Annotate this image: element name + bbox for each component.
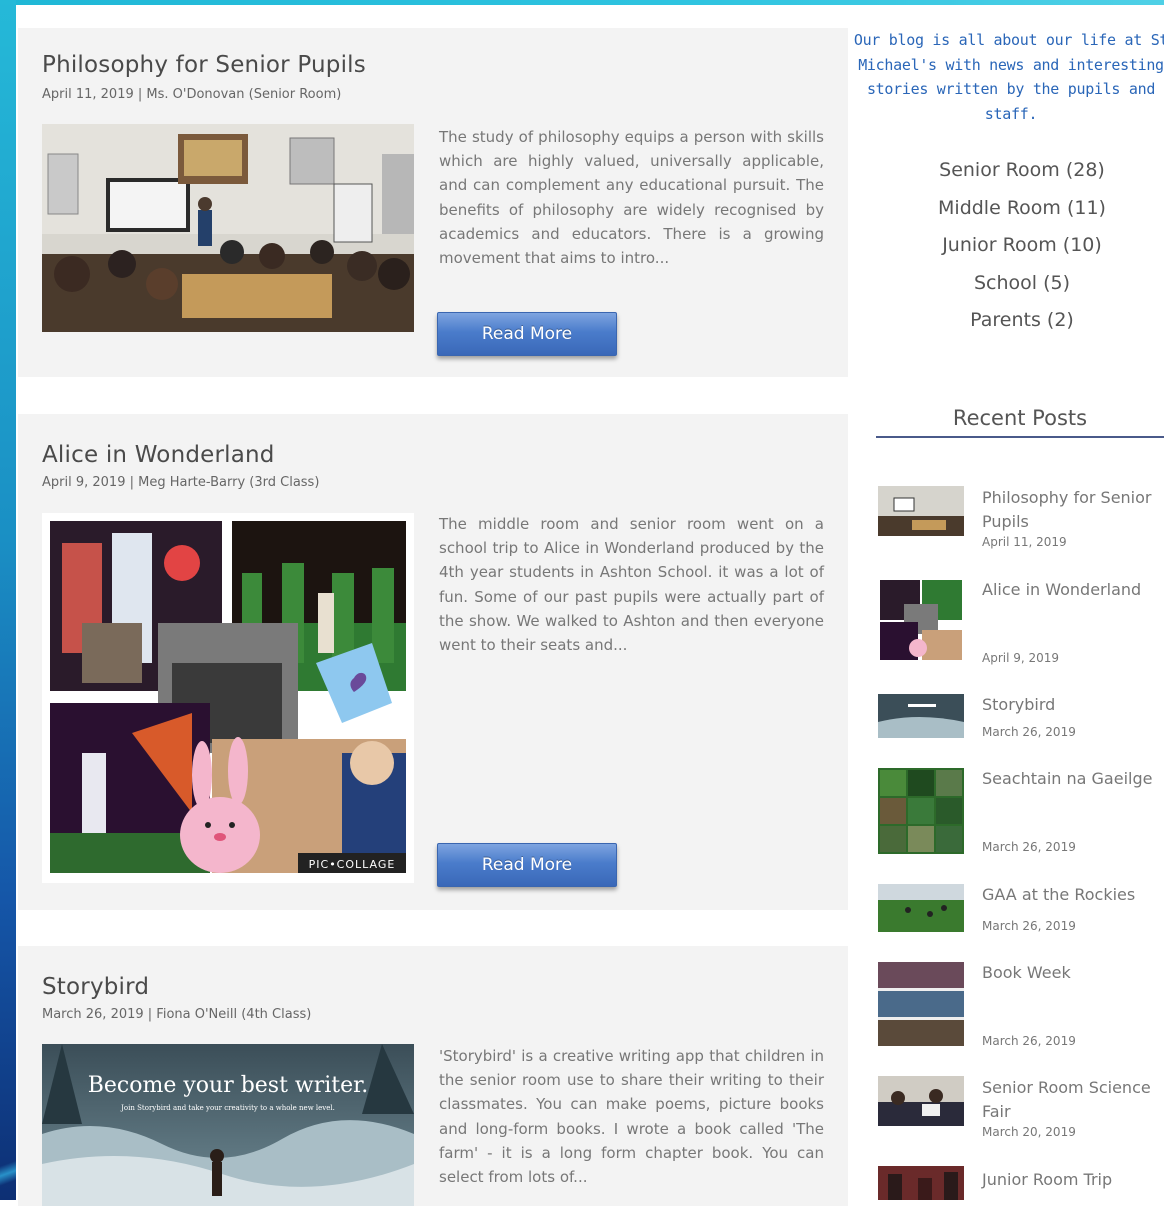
recent-post-date: March 26, 2019 <box>982 919 1076 933</box>
read-more-button[interactable]: Read More <box>437 312 617 356</box>
recent-post-date: March 26, 2019 <box>982 725 1076 739</box>
category-senior-room[interactable]: Senior Room (28) <box>880 152 1164 190</box>
recent-post-title[interactable]: GAA at the Rockies <box>982 883 1162 907</box>
post-image[interactable]: Become your best writer. Join Storybird … <box>42 1044 414 1206</box>
recent-post-thumbnail[interactable] <box>878 578 964 662</box>
recent-post-title[interactable]: Seachtain na Gaeilge <box>982 767 1162 791</box>
recent-post-date: March 26, 2019 <box>982 840 1076 854</box>
post-meta: March 26, 2019 | Fiona O'Neill (4th Clas… <box>42 1007 312 1022</box>
category-school[interactable]: School (5) <box>880 265 1164 303</box>
post-card: Storybird March 26, 2019 | Fiona O'Neill… <box>18 946 848 1206</box>
read-more-button[interactable]: Read More <box>437 843 617 887</box>
post-title[interactable]: Storybird <box>42 974 149 1000</box>
recent-post-title[interactable]: Senior Room Science Fair <box>982 1076 1162 1124</box>
storybird-image: Become your best writer. Join Storybird … <box>42 1044 414 1206</box>
storybird-headline: Become your best writer. <box>88 1073 369 1098</box>
recent-post-thumbnail[interactable] <box>878 694 964 738</box>
recent-post-thumbnail[interactable] <box>878 1076 964 1126</box>
recent-posts-heading: Recent Posts <box>952 406 1088 430</box>
post-card: Alice in Wonderland April 9, 2019 | Meg … <box>18 414 848 910</box>
recent-thumb-gaa <box>878 884 964 932</box>
recent-posts-divider <box>876 436 1164 438</box>
classroom-photo <box>42 124 414 332</box>
recent-thumb-book-week <box>878 962 964 1046</box>
post-image[interactable] <box>42 124 414 332</box>
post-excerpt: The middle room and senior room went on … <box>439 515 824 655</box>
slide-frame-left <box>0 0 16 1200</box>
recent-post-title[interactable]: Book Week <box>982 961 1162 985</box>
category-middle-room[interactable]: Middle Room (11) <box>880 190 1164 228</box>
recent-thumb-classroom <box>878 486 964 536</box>
storybird-subline: Join Storybird and take your creativity … <box>120 1104 335 1112</box>
post-card: Philosophy for Senior Pupils April 11, 2… <box>18 28 848 377</box>
post-title[interactable]: Alice in Wonderland <box>42 442 275 468</box>
category-list: Senior Room (28) Middle Room (11) Junior… <box>880 152 1164 340</box>
collage-photo: PIC•COLLAGE <box>42 513 414 883</box>
recent-post-thumbnail[interactable] <box>878 1166 964 1200</box>
recent-post-title[interactable]: Philosophy for Senior Pupils <box>982 486 1162 534</box>
recent-post-thumbnail[interactable] <box>878 486 964 536</box>
recent-thumb-junior-trip <box>878 1166 964 1200</box>
post-excerpt: The study of philosophy equips a person … <box>439 128 824 268</box>
category-junior-room[interactable]: Junior Room (10) <box>880 227 1164 265</box>
recent-post-title[interactable]: Storybird <box>982 693 1162 717</box>
slide-frame-top <box>0 0 1164 5</box>
recent-thumb-collage <box>878 578 964 662</box>
category-parents[interactable]: Parents (2) <box>880 302 1164 340</box>
post-excerpt: 'Storybird' is a creative writing app th… <box>439 1047 824 1187</box>
recent-post-date: March 20, 2019 <box>982 1125 1076 1139</box>
recent-post-title[interactable]: Alice in Wonderland <box>982 578 1162 602</box>
recent-post-date: March 26, 2019 <box>982 1034 1076 1048</box>
recent-post-title[interactable]: Junior Room Trip <box>982 1168 1162 1192</box>
blog-intro: Our blog is all about our life at St Mic… <box>853 31 1164 123</box>
post-meta: April 11, 2019 | Ms. O'Donovan (Senior R… <box>42 87 342 102</box>
post-title[interactable]: Philosophy for Senior Pupils <box>42 52 366 78</box>
recent-thumb-seachtain <box>878 768 964 854</box>
recent-post-thumbnail[interactable] <box>878 884 964 932</box>
recent-post-thumbnail[interactable] <box>878 768 964 854</box>
recent-thumb-science-fair <box>878 1076 964 1126</box>
recent-post-date: April 9, 2019 <box>982 651 1060 665</box>
post-meta: April 9, 2019 | Meg Harte-Barry (3rd Cla… <box>42 475 320 490</box>
recent-thumb-storybird <box>878 694 964 738</box>
recent-post-thumbnail[interactable] <box>878 962 964 1046</box>
recent-post-date: April 11, 2019 <box>982 535 1067 549</box>
collage-caption: PIC•COLLAGE <box>309 858 396 871</box>
post-image[interactable]: PIC•COLLAGE <box>42 513 414 883</box>
